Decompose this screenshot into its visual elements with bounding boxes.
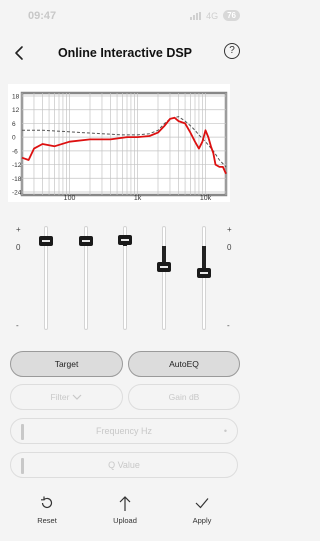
zero-label-left: 0 — [16, 243, 21, 252]
slider-handle[interactable] — [79, 235, 93, 246]
status-bar: 09:47 4G 76 — [0, 0, 250, 34]
header: Online Interactive DSP ? — [0, 40, 250, 68]
gain-label: Gain dB — [168, 392, 200, 402]
y-tick-label: -24 — [12, 190, 22, 197]
y-tick-label: 0 — [12, 135, 16, 142]
apply-label: Apply — [192, 516, 212, 525]
frequency-dot: • — [223, 426, 227, 436]
eq-slider-4[interactable] — [157, 226, 171, 330]
autoeq-label: AutoEQ — [169, 359, 199, 369]
target-label: Target — [54, 359, 79, 369]
eq-slider-3[interactable] — [118, 226, 132, 330]
minus-label-right: - — [227, 321, 230, 330]
y-tick-label: 6 — [12, 121, 16, 128]
reset-label: Reset — [37, 516, 57, 525]
gain-field[interactable]: Gain dB — [128, 384, 240, 410]
help-button[interactable]: ? — [224, 43, 240, 59]
target-button[interactable]: Target — [10, 351, 123, 377]
upload-button[interactable]: Upload — [100, 494, 150, 525]
battery-icon: 76 — [223, 10, 240, 21]
autoeq-button[interactable]: AutoEQ — [128, 351, 240, 377]
q-value-field[interactable]: Q Value — [10, 452, 238, 478]
frequency-response-chart: 18 12 6 0 -6 -12 -18 -24 100 1k 10k — [8, 84, 230, 202]
slider-handle[interactable] — [39, 235, 53, 246]
reset-button[interactable]: Reset — [22, 494, 72, 525]
x-tick-label: 10k — [200, 195, 212, 202]
y-tick-label: 18 — [12, 94, 20, 101]
slider-handle[interactable] — [118, 234, 132, 245]
upload-label: Upload — [113, 516, 137, 525]
y-tick-label: -6 — [12, 148, 18, 155]
frequency-field[interactable]: Frequency Hz • — [10, 418, 238, 444]
slider-track — [162, 226, 166, 330]
minus-label-left: - — [16, 321, 19, 330]
page-title: Online Interactive DSP — [57, 46, 193, 60]
x-tick-label: 100 — [64, 195, 76, 202]
checkmark-icon — [195, 498, 209, 509]
plus-label-right: + — [227, 225, 232, 234]
zero-label-right: 0 — [227, 243, 232, 252]
signal-icon — [190, 11, 202, 20]
y-tick-label: 12 — [12, 107, 20, 114]
reset-icon — [41, 496, 53, 509]
filter-label: Filter — [50, 392, 70, 402]
y-tick-label: -12 — [12, 162, 22, 169]
network-label: 4G — [206, 10, 219, 21]
x-tick-label: 1k — [134, 195, 142, 202]
slider-handle[interactable] — [197, 268, 211, 279]
slider-handle[interactable] — [157, 262, 171, 272]
question-icon: ? — [229, 45, 235, 56]
eq-slider-2[interactable] — [79, 226, 93, 330]
status-time: 09:47 — [28, 10, 57, 22]
chevron-down-icon — [73, 394, 82, 400]
eq-slider-1[interactable] — [39, 226, 53, 330]
filter-dropdown[interactable]: Filter — [10, 384, 123, 410]
q-value-label: Q Value — [108, 460, 140, 470]
apply-button[interactable]: Apply — [177, 494, 227, 525]
plus-label-left: + — [16, 225, 21, 234]
eq-slider-5[interactable] — [197, 226, 211, 330]
y-tick-label: -18 — [12, 176, 22, 183]
status-indicators: 4G 76 — [190, 10, 240, 21]
upload-icon — [119, 496, 131, 511]
frequency-label: Frequency Hz — [95, 426, 153, 436]
